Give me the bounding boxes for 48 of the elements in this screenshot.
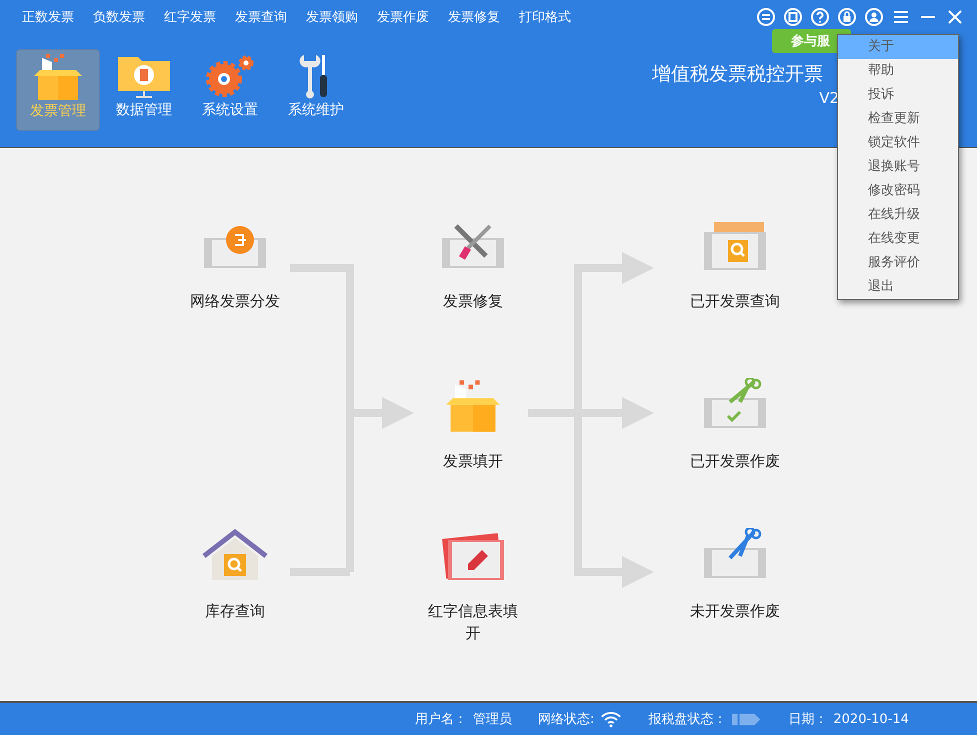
user-name: 管理员 (473, 711, 512, 728)
menu-item[interactable]: 在线升级 (838, 203, 958, 227)
arrow (582, 252, 654, 284)
help-icon[interactable] (810, 7, 830, 27)
menu-item[interactable]: 退出 (838, 275, 958, 299)
menu-item[interactable]: 发票查询 (235, 8, 287, 26)
menu-item[interactable]: 退换账号 (838, 155, 958, 179)
menu-item[interactable]: 投诉 (838, 83, 958, 107)
menu-item[interactable]: 帮助 (838, 59, 958, 83)
menu-item[interactable]: 红字发票 (164, 8, 216, 26)
flow-node[interactable]: 网络发票分发 (185, 218, 285, 312)
disk-label: 报税盘状态： (648, 711, 726, 728)
user-label: 用户名： (415, 711, 467, 728)
toolbar-button[interactable]: 系统设置 (188, 49, 272, 131)
menu-item[interactable]: 检查更新 (838, 107, 958, 131)
date-label: 日期： (788, 711, 828, 728)
flow-node[interactable]: 已开发票查询 (685, 218, 785, 312)
flow-node[interactable]: 库存查询 (185, 528, 285, 622)
user-icon[interactable] (864, 7, 884, 27)
network-label: 网络状态: (538, 711, 594, 728)
menu-item[interactable]: 打印格式 (519, 8, 571, 26)
toolbar-button[interactable]: 数据管理 (102, 49, 186, 131)
menu-item[interactable]: 正数发票 (22, 8, 74, 26)
menu-item[interactable]: 服务评价 (838, 251, 958, 275)
menu-item[interactable]: 负数发票 (93, 8, 145, 26)
date-text: 2020-10-14 (833, 712, 909, 726)
usb-disk-icon (732, 712, 762, 726)
menu-item[interactable]: 发票领购 (306, 8, 358, 26)
arrow (582, 397, 654, 429)
arrow (354, 397, 414, 429)
note-icon[interactable] (783, 7, 803, 27)
lock-icon[interactable] (837, 7, 857, 27)
flow-node[interactable]: 未开发票作废 (685, 528, 785, 622)
menu-item[interactable]: 在线变更 (838, 227, 958, 251)
arrow (582, 556, 654, 588)
flow-node[interactable]: 红字信息表填开 (423, 528, 523, 644)
menu-item[interactable]: 修改密码 (838, 179, 958, 203)
menu-item[interactable]: 发票修复 (448, 8, 500, 26)
app-title: 增值税发票税控开票 (652, 62, 823, 87)
wifi-icon (600, 710, 622, 728)
toolbar-button[interactable]: 系统维护 (274, 49, 358, 131)
flow-node[interactable]: 发票填开 (423, 378, 523, 472)
menu-item[interactable]: 发票作废 (377, 8, 429, 26)
menu-item[interactable]: 锁定软件 (838, 131, 958, 155)
swap-icon[interactable] (756, 7, 776, 27)
flow-node[interactable]: 发票修复 (423, 218, 523, 312)
flow-node[interactable]: 已开发票作废 (685, 378, 785, 472)
version-text: V2 (819, 89, 839, 107)
